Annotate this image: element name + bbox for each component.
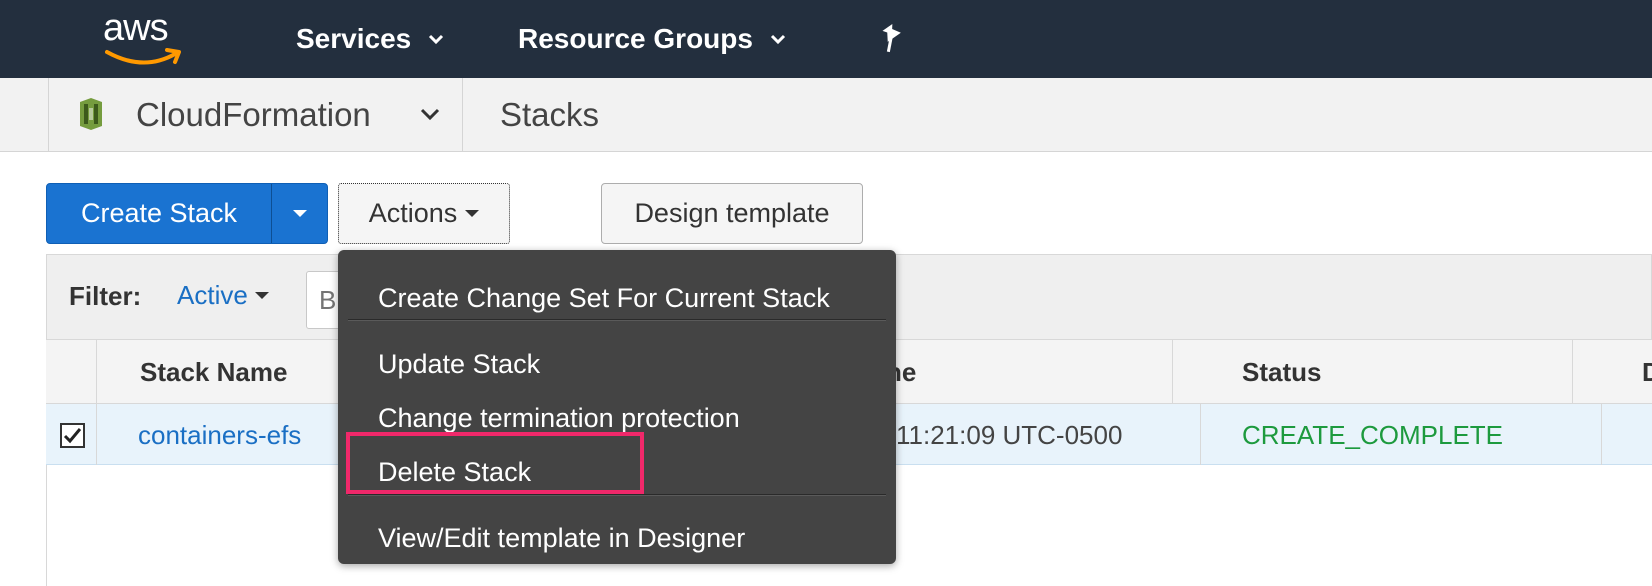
filter-label: Filter: (69, 281, 142, 311)
services-label: Services (296, 23, 412, 54)
chevron-down-icon[interactable] (419, 104, 441, 124)
chevron-down-icon (770, 34, 786, 45)
cloudformation-icon (80, 98, 102, 130)
actions-dropdown-menu: Create Change Set For Current Stack Upda… (338, 250, 896, 564)
chevron-down-icon (429, 34, 444, 45)
menu-divider (348, 319, 886, 321)
actions-button[interactable]: Actions (338, 183, 510, 244)
stack-name-link[interactable]: containers-efs (138, 420, 301, 451)
services-menu[interactable]: Services (296, 22, 445, 56)
row-checkbox[interactable] (60, 423, 85, 448)
menu-item-update-stack[interactable]: Update Stack (338, 340, 896, 388)
resource-groups-label: Resource Groups (518, 23, 753, 54)
caret-down-icon (254, 292, 269, 299)
column-header-description[interactable]: D (1642, 357, 1652, 388)
menu-item-view-edit-template[interactable]: View/Edit template in Designer (338, 514, 896, 562)
design-template-button[interactable]: Design template (601, 183, 863, 244)
column-header-status[interactable]: Status (1242, 357, 1321, 388)
caret-down-icon (465, 210, 480, 217)
create-stack-dropdown-toggle[interactable] (272, 184, 328, 243)
column-divider (1601, 404, 1602, 465)
filter-status-dropdown[interactable]: Active (177, 280, 269, 311)
resource-groups-menu[interactable]: Resource Groups (518, 22, 787, 56)
aws-logo[interactable]: aws (103, 8, 193, 68)
divider (462, 78, 463, 152)
column-divider (1200, 404, 1201, 465)
aws-smile-icon (105, 48, 181, 65)
pushpin-icon[interactable] (878, 24, 906, 54)
divider (48, 78, 49, 152)
menu-divider (348, 494, 886, 496)
delete-stack-highlight-annotation (346, 432, 644, 494)
column-header-stack-name[interactable]: Stack Name (140, 357, 287, 388)
create-stack-button[interactable]: Create Stack (47, 184, 271, 243)
caret-down-icon (293, 209, 307, 217)
page-title: Stacks (500, 96, 600, 133)
top-navigation-bar (0, 0, 1652, 78)
filter-status-label: Active (177, 280, 248, 310)
create-stack-split-button[interactable]: Create Stack (46, 183, 328, 244)
aws-logo-text: aws (103, 7, 169, 49)
menu-item-create-change-set[interactable]: Create Change Set For Current Stack (338, 274, 896, 322)
status-badge: CREATE_COMPLETE (1242, 420, 1504, 450)
checkmark-icon (63, 428, 82, 444)
actions-label: Actions (368, 198, 458, 228)
column-divider (96, 404, 97, 465)
created-time-cell: 11:21:09 UTC-0500 (896, 420, 1123, 450)
service-name[interactable]: CloudFormation (136, 95, 371, 135)
